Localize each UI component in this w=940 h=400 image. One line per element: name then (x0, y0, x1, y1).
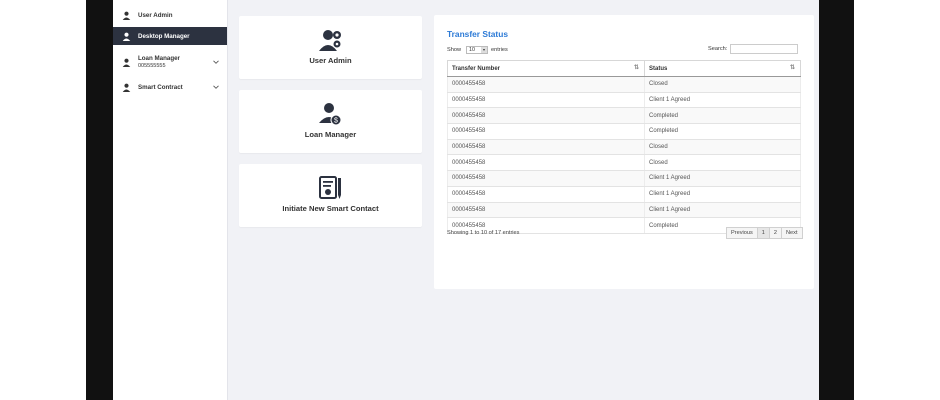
entries-select[interactable]: 10 ▾ (466, 46, 488, 54)
card-initiate-smart-contract[interactable]: Initiate New Smart Contact (239, 164, 422, 227)
entries-label: entries (491, 47, 508, 53)
transfer-number-cell: 0000455458 (447, 107, 645, 125)
transfer-table: Transfer Number ⇅ Status ⇅ 0000455458 Close… (447, 60, 801, 234)
column-header-status[interactable]: Status ⇅ (644, 60, 801, 77)
chevron-down-icon[interactable] (213, 84, 219, 90)
transfer-number-cell: 0000455458 (447, 186, 645, 203)
table-row[interactable]: 0000455458 Closed (447, 76, 801, 93)
card-label: Initiate New Smart Contact (282, 204, 379, 213)
table-row[interactable]: 0000455458 Closed (447, 139, 801, 156)
sidebar-item-label: User Admin (138, 11, 173, 19)
status-cell: Closed (644, 139, 801, 156)
app-screen: User Admin Desktop Manager Loan Manager 0… (113, 0, 819, 400)
svg-text:$: $ (334, 118, 338, 125)
transfer-number-cell: 0000455458 (447, 76, 645, 93)
table-info: Showing 1 to 10 of 17 entries (447, 230, 520, 236)
table-row[interactable]: 0000455458 Client 1 Agreed (447, 92, 801, 109)
table-row[interactable]: 0000455458 Client 1 Agreed (447, 202, 801, 219)
user-gear-icon (319, 30, 341, 51)
status-cell: Client 1 Agreed (644, 186, 801, 203)
device-bezel-left (86, 0, 113, 400)
panel-title: Transfer Status (447, 29, 508, 39)
table-row[interactable]: 0000455458 Client 1 Agreed (447, 170, 801, 187)
status-cell: Closed (644, 76, 801, 93)
transfer-status-panel: Transfer Status Show 10 ▾ entries Search:… (434, 15, 814, 289)
status-cell: Client 1 Agreed (644, 92, 801, 109)
transfer-number-cell: 0000455458 (447, 92, 645, 109)
status-cell: Closed (644, 154, 801, 172)
transfer-number-cell: 0000455458 (447, 154, 645, 172)
entries-select-value: 10 (469, 47, 475, 53)
card-label: Loan Manager (304, 130, 357, 139)
entries-length-control: Show 10 ▾ entries (447, 46, 508, 54)
transfer-number-cell: 0000455458 (447, 202, 645, 219)
next-button[interactable]: Next (781, 227, 803, 239)
show-label: Show (447, 47, 461, 53)
user-dollar-icon: $ (319, 103, 342, 126)
status-cell: Client 1 Agreed (644, 202, 801, 219)
card-label: User Admin (309, 56, 352, 65)
contract-pen-icon (319, 176, 341, 199)
user-icon (122, 58, 131, 67)
search-input[interactable] (730, 44, 799, 54)
device-bezel-right (819, 0, 854, 400)
pagination: Previous 1 2 Next (726, 227, 803, 239)
sort-icon: ⇅ (789, 65, 795, 71)
column-header-transfer-number[interactable]: Transfer Number ⇅ (447, 60, 645, 77)
sidebar-item-label: Smart Contract (138, 83, 183, 91)
table-row[interactable]: 0000455458 Closed (447, 154, 801, 172)
status-cell: Completed (644, 123, 801, 140)
sort-icon: ⇅ (633, 65, 639, 71)
chevron-down-icon[interactable] (213, 59, 219, 65)
transfer-number-cell: 0000455458 (447, 139, 645, 156)
transfer-number-cell: 0000455458 (447, 123, 645, 140)
user-icon (122, 32, 131, 41)
table-row[interactable]: 0000455458 Completed (447, 123, 801, 140)
sidebar-item-sublabel: 005555555 (138, 63, 166, 69)
table-row[interactable]: 0000455458 Completed (447, 107, 801, 125)
card-user-admin[interactable]: User Admin (239, 16, 422, 79)
search-control: Search: (708, 44, 799, 54)
sidebar-item-desktop-manager[interactable]: Desktop Manager (113, 27, 227, 45)
status-cell: Client 1 Agreed (644, 170, 801, 187)
card-loan-manager[interactable]: $ Loan Manager (239, 90, 422, 153)
select-arrow-icon: ▾ (481, 47, 487, 53)
table-row[interactable]: 0000455458 Client 1 Agreed (447, 186, 801, 203)
previous-button[interactable]: Previous (726, 227, 758, 239)
user-icon (122, 83, 131, 92)
user-icon (122, 11, 131, 20)
sidebar-item-loan-manager[interactable]: Loan Manager 005555555 (113, 51, 227, 73)
status-cell: Completed (644, 107, 801, 125)
sidebar-item-smart-contract[interactable]: Smart Contract (113, 79, 227, 95)
sidebar-item-label: Desktop Manager (138, 32, 190, 40)
sidebar-item-user-admin[interactable]: User Admin (113, 7, 227, 23)
sidebar-item-label: Loan Manager 005555555 (138, 55, 180, 69)
table-header-row: Transfer Number ⇅ Status ⇅ (447, 60, 801, 77)
search-label: Search: (708, 46, 728, 52)
sidebar: User Admin Desktop Manager Loan Manager 0… (113, 0, 228, 400)
transfer-number-cell: 0000455458 (447, 170, 645, 187)
